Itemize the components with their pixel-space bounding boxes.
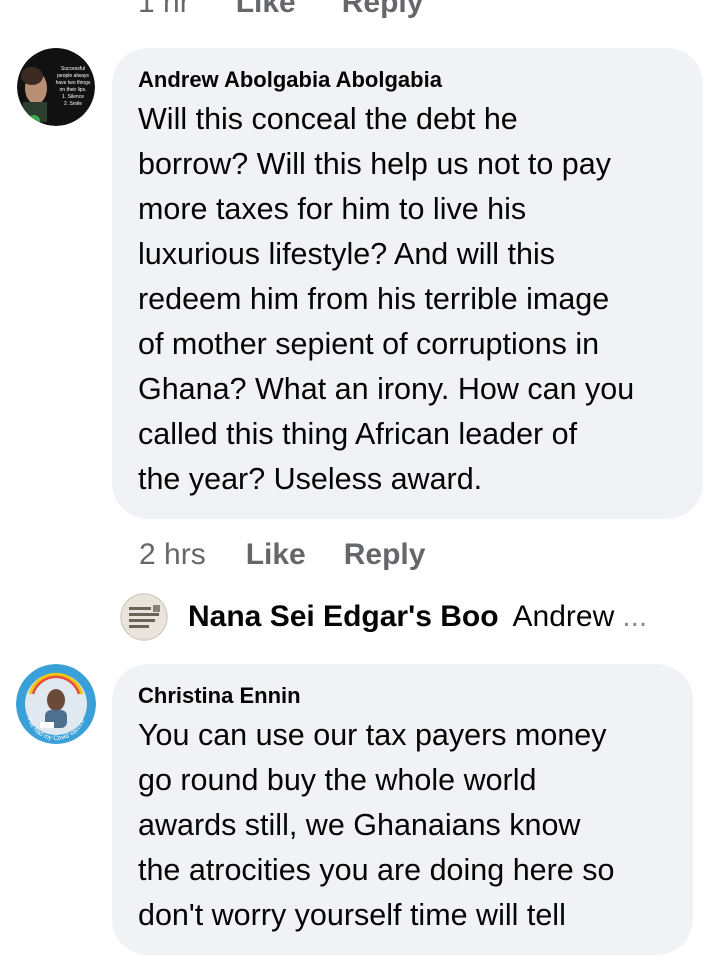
reply-snippet: Andrew	[512, 600, 615, 633]
comment-text: Will this conceal the debt he borrow? Wi…	[138, 102, 635, 496]
profile-photo-text-avatar	[120, 593, 168, 641]
profile-photo-quote-avatar: Successful people always have two things…	[17, 48, 95, 126]
avatar[interactable]: I've had my Covid vaccine	[16, 664, 96, 744]
comment-text: You can use our tax payers money go roun…	[138, 718, 615, 932]
avatar-quote-line: Successful	[61, 66, 85, 72]
reply-avatar[interactable]	[120, 593, 168, 641]
avatar[interactable]: Successful people always have two things…	[17, 48, 95, 126]
comment-bubble[interactable]: Christina Ennin You can use our tax paye…	[112, 664, 693, 955]
reply-ellipsis: ...	[622, 600, 648, 633]
like-button[interactable]: Like	[246, 538, 306, 572]
avatar-quote-line: have two things	[56, 80, 91, 86]
comment-timestamp: 2 hrs	[139, 538, 206, 571]
comment-bubble[interactable]: Andrew Abolgabia Abolgabia Will this con…	[112, 48, 703, 519]
comment-timestamp: 1 hr	[138, 0, 190, 19]
comment-author[interactable]: Christina Ennin	[138, 682, 673, 710]
comment-author[interactable]: Andrew Abolgabia Abolgabia	[138, 66, 683, 94]
reply-preview[interactable]: Nana Sei Edgar's Boo Andrew ...	[120, 592, 647, 642]
profile-photo-vaccination-frame-avatar: I've had my Covid vaccine	[16, 664, 96, 744]
previous-comment-actions: 1 hr Like Reply	[138, 0, 423, 20]
reply-button[interactable]: Reply	[344, 538, 426, 572]
avatar-quote-line: 1. Silence	[62, 94, 84, 100]
avatar-quote-line: people always	[57, 73, 89, 79]
comment-actions: 2 hrs Like Reply	[139, 535, 463, 575]
reply-author[interactable]: Nana Sei Edgar's Boo	[188, 600, 499, 634]
comment-thread: 1 hr Like Reply Successful people always…	[0, 0, 720, 967]
reply-button[interactable]: Reply	[342, 0, 424, 20]
avatar-quote-line: on their lips.	[60, 87, 87, 93]
like-button[interactable]: Like	[236, 0, 296, 20]
avatar-quote-line: 2. Smile	[64, 101, 82, 107]
